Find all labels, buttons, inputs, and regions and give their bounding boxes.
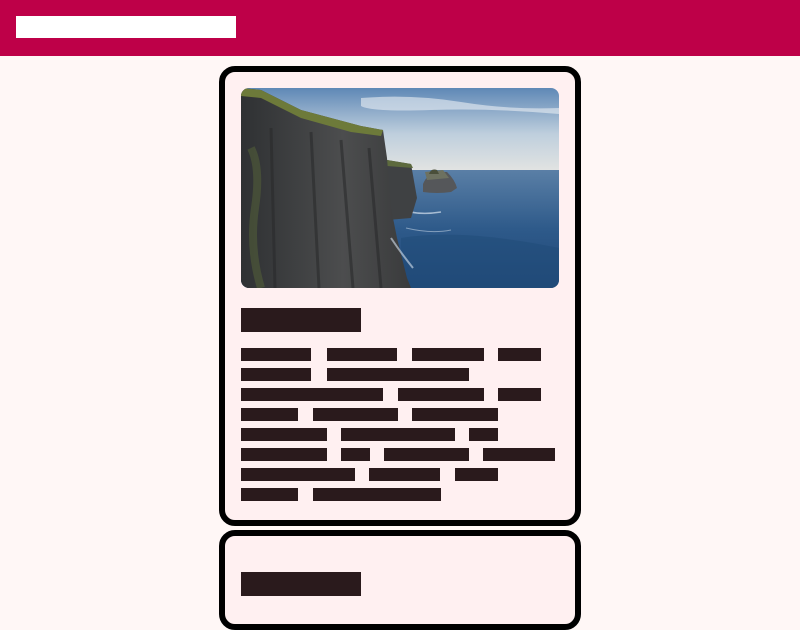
card-title-redacted xyxy=(241,572,361,596)
article-card[interactable] xyxy=(219,530,581,630)
search-input[interactable] xyxy=(16,16,236,38)
redacted-line xyxy=(241,386,561,406)
redacted-line xyxy=(241,346,561,366)
coastal-cliffs-photo xyxy=(241,88,559,288)
redacted-line xyxy=(241,486,561,506)
article-card[interactable] xyxy=(219,66,581,526)
card-title-redacted xyxy=(241,308,361,332)
top-app-bar xyxy=(0,0,800,56)
redacted-line xyxy=(241,406,561,426)
card-body-redacted xyxy=(241,346,561,506)
redacted-line xyxy=(241,426,561,446)
redacted-line xyxy=(241,466,561,486)
redacted-line xyxy=(241,366,561,386)
redacted-line xyxy=(241,446,561,466)
